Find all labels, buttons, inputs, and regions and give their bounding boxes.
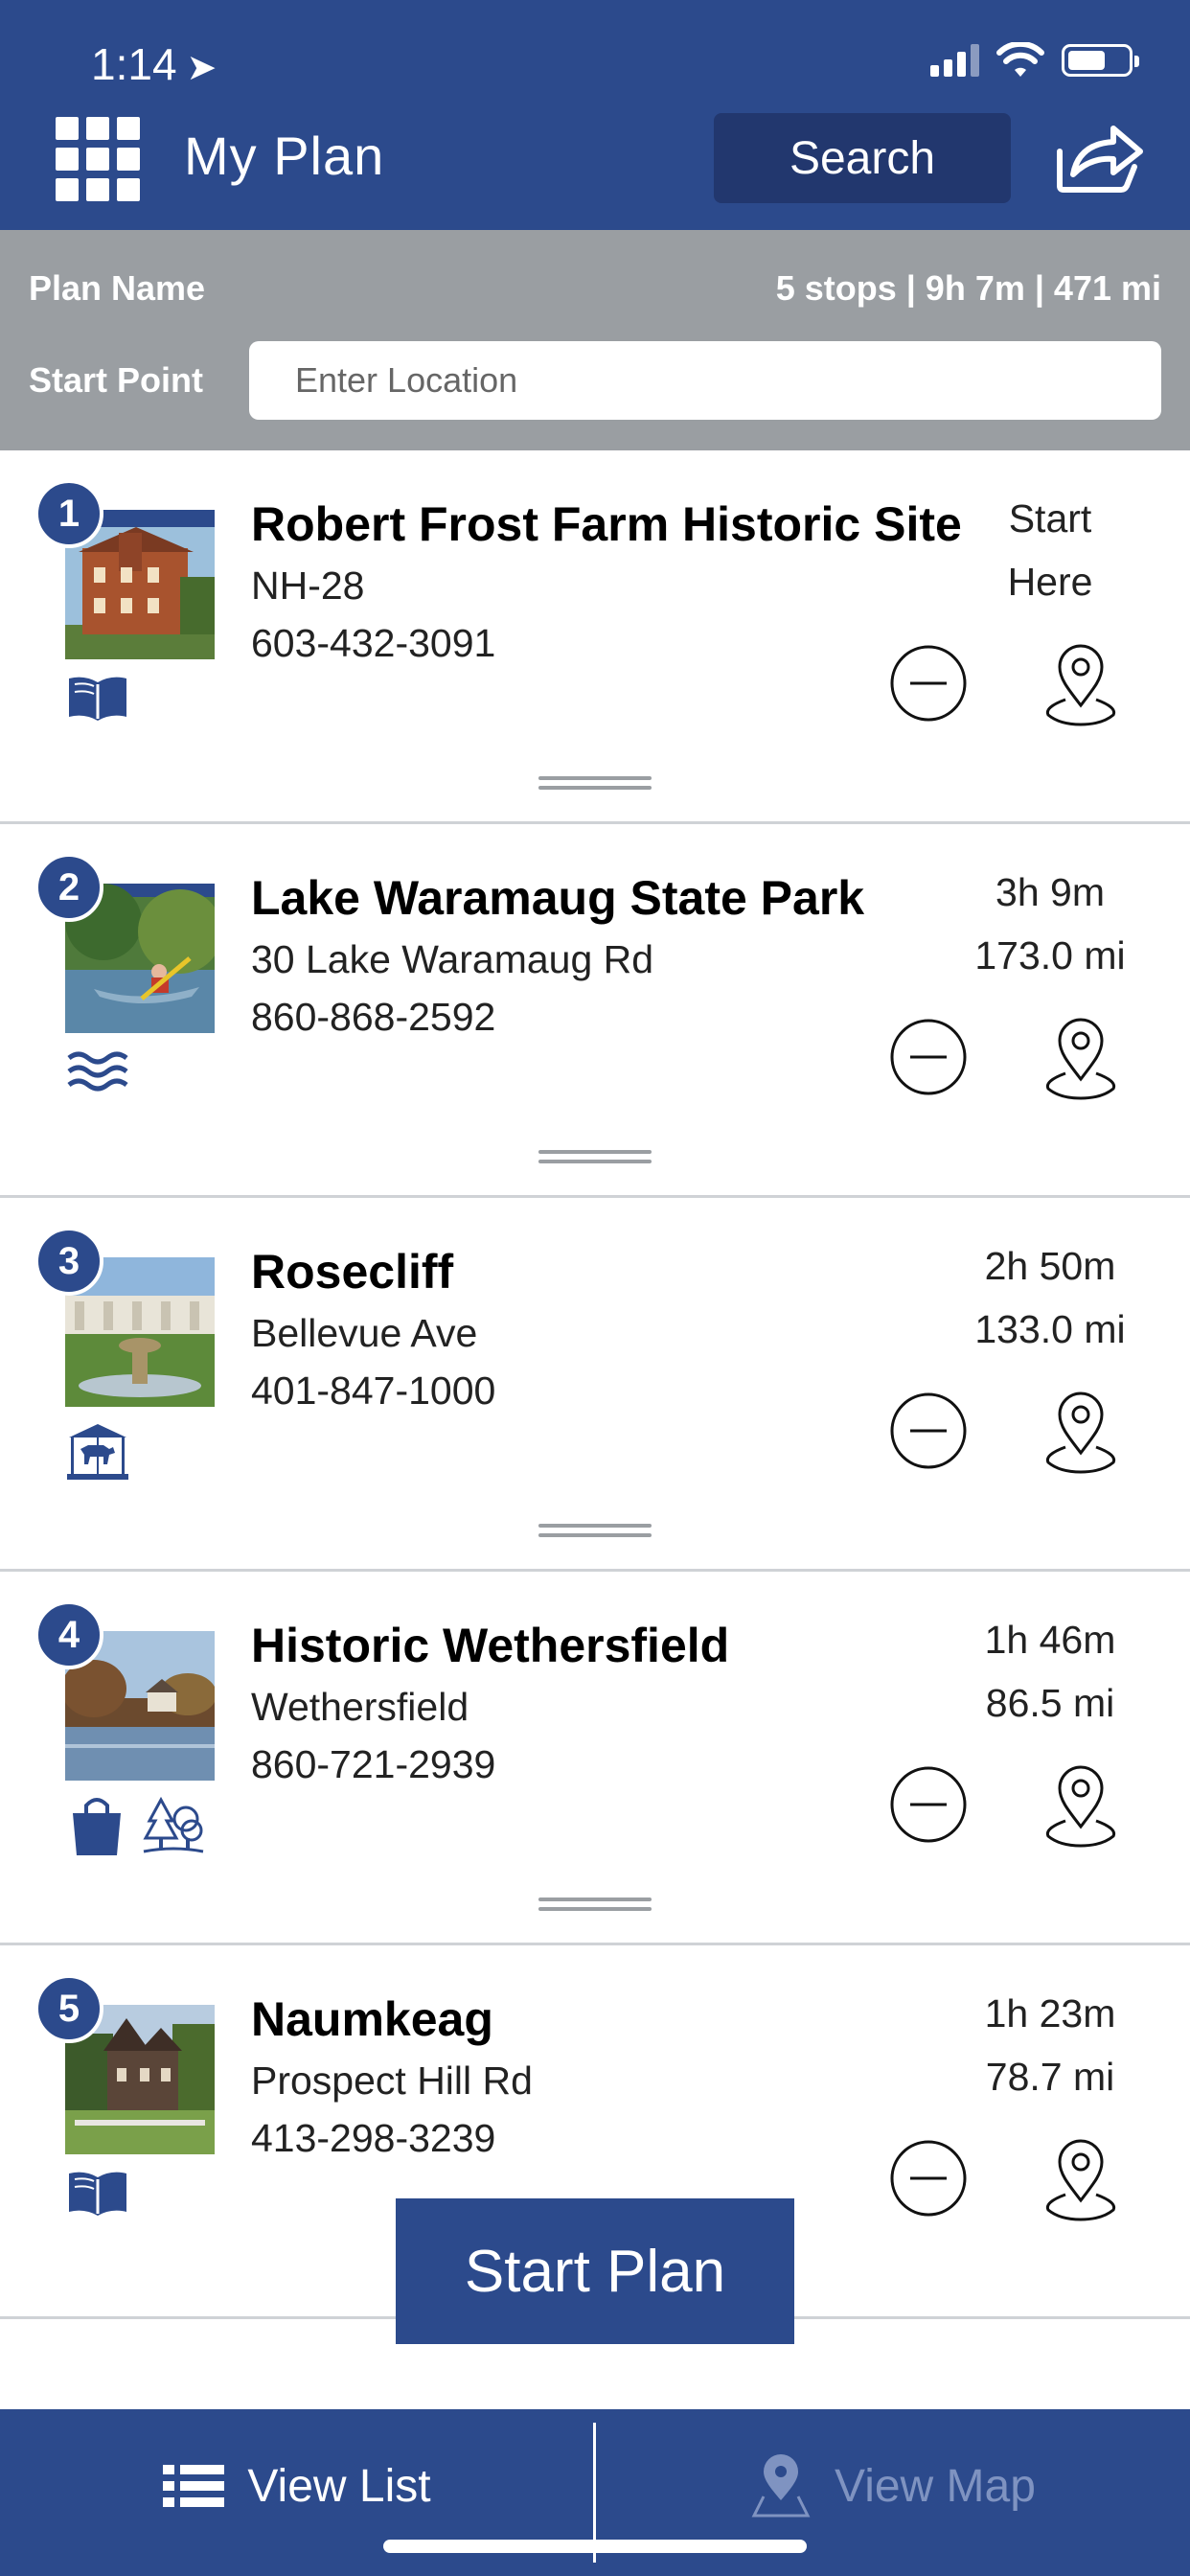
remove-stop-icon[interactable] bbox=[889, 2139, 968, 2218]
map-pin-icon[interactable] bbox=[1041, 1760, 1121, 1848]
stop-number-badge: 1 bbox=[34, 479, 103, 548]
stop-name[interactable]: Naumkeag bbox=[251, 1991, 493, 2047]
plan-summary-bar: Plan Name 5 stops | 9h 7m | 471 mi Start… bbox=[0, 230, 1190, 450]
status-indicators bbox=[930, 42, 1139, 79]
water-icon bbox=[67, 1051, 128, 1092]
battery-icon bbox=[1062, 44, 1139, 77]
stop-travel-time: Start bbox=[1008, 496, 1092, 540]
stop-distance: 173.0 mi bbox=[974, 933, 1126, 978]
stop-travel-time: 1h 23m bbox=[984, 1991, 1116, 2036]
stop-item[interactable]: 1 Robert Frost Farm Historic Site NH-28 … bbox=[0, 450, 1190, 824]
book-icon bbox=[69, 2172, 126, 2216]
category-icons bbox=[65, 2168, 130, 2218]
tab-view-list-label: View List bbox=[247, 2460, 431, 2512]
stop-address: Wethersfield bbox=[251, 1685, 469, 1729]
stop-name[interactable]: Historic Wethersfield bbox=[251, 1618, 729, 1673]
status-time: 1:14 ➤ bbox=[91, 38, 217, 90]
map-pin-icon[interactable] bbox=[1041, 1386, 1121, 1474]
book-icon bbox=[69, 677, 126, 721]
wifi-icon bbox=[996, 42, 1044, 77]
stop-phone[interactable]: 860-721-2939 bbox=[251, 1742, 495, 1787]
home-indicator bbox=[383, 2540, 807, 2553]
category-icons bbox=[65, 673, 130, 723]
stop-address: NH-28 bbox=[251, 564, 365, 608]
map-pin-icon[interactable] bbox=[1041, 1012, 1121, 1100]
shopping-bag-icon bbox=[73, 1798, 121, 1855]
tab-view-map-label: View Map bbox=[835, 2460, 1036, 2512]
remove-stop-icon[interactable] bbox=[889, 1018, 968, 1096]
drag-handle[interactable] bbox=[538, 1150, 652, 1165]
search-button[interactable]: Search bbox=[714, 113, 1011, 203]
start-plan-button[interactable]: Start Plan bbox=[396, 2198, 794, 2344]
stop-distance: 78.7 mi bbox=[985, 2055, 1115, 2099]
stop-distance: Here bbox=[1007, 560, 1093, 604]
stop-item[interactable]: 3 Rosecliff Bellevue Ave 401-847-1000 2h… bbox=[0, 1198, 1190, 1572]
share-icon[interactable] bbox=[1054, 123, 1146, 194]
list-icon bbox=[163, 2465, 225, 2507]
stop-number-badge: 2 bbox=[34, 853, 103, 922]
map-pin-icon[interactable] bbox=[1041, 638, 1121, 726]
stops-list: 1 Robert Frost Farm Historic Site NH-28 … bbox=[0, 450, 1190, 2319]
drag-handle[interactable] bbox=[538, 1898, 652, 1913]
stop-address: 30 Lake Waramaug Rd bbox=[251, 937, 654, 981]
category-icons bbox=[65, 1794, 205, 1857]
status-time-text: 1:14 bbox=[91, 39, 177, 89]
stop-item[interactable]: 2 Lake Waramaug State Park 30 Lake Waram… bbox=[0, 824, 1190, 1198]
stop-number-badge: 5 bbox=[34, 1974, 103, 2043]
stop-address: Prospect Hill Rd bbox=[251, 2058, 533, 2103]
location-arrow-icon: ➤ bbox=[186, 48, 217, 88]
stop-phone[interactable]: 860-868-2592 bbox=[251, 995, 495, 1040]
plan-name-label[interactable]: Plan Name bbox=[29, 268, 205, 309]
stop-name[interactable]: Rosecliff bbox=[251, 1244, 453, 1300]
stop-number-badge: 4 bbox=[34, 1600, 103, 1669]
carousel-icon bbox=[67, 1424, 128, 1480]
stop-travel-time: 2h 50m bbox=[984, 1244, 1116, 1288]
stop-name[interactable]: Robert Frost Farm Historic Site bbox=[251, 496, 962, 552]
stop-travel-time: 3h 9m bbox=[995, 870, 1105, 914]
page-title: My Plan bbox=[184, 126, 385, 186]
cellular-signal-icon bbox=[930, 44, 979, 77]
start-point-label: Start Point bbox=[29, 360, 204, 400]
start-location-input[interactable] bbox=[249, 341, 1161, 420]
stop-distance: 133.0 mi bbox=[974, 1307, 1126, 1351]
remove-stop-icon[interactable] bbox=[889, 1392, 968, 1470]
stop-distance: 86.5 mi bbox=[985, 1681, 1115, 1725]
map-pin-icon[interactable] bbox=[1041, 2133, 1121, 2221]
stop-item[interactable]: 4 Historic Wethersfield Wethersfield 860… bbox=[0, 1572, 1190, 1945]
remove-stop-icon[interactable] bbox=[889, 644, 968, 723]
remove-stop-icon[interactable] bbox=[889, 1765, 968, 1844]
stop-phone[interactable]: 603-432-3091 bbox=[251, 621, 495, 666]
trees-icon bbox=[143, 1796, 204, 1853]
plan-summary-text: 5 stops | 9h 7m | 471 mi bbox=[775, 268, 1161, 308]
stop-phone[interactable]: 413-298-3239 bbox=[251, 2116, 495, 2161]
category-icons bbox=[65, 1046, 130, 1096]
stop-address: Bellevue Ave bbox=[251, 1311, 478, 1355]
stop-travel-time: 1h 46m bbox=[984, 1618, 1116, 1662]
app-header: 1:14 ➤ My Plan Search bbox=[0, 0, 1190, 230]
stop-phone[interactable]: 401-847-1000 bbox=[251, 1368, 495, 1414]
stop-name[interactable]: Lake Waramaug State Park bbox=[251, 870, 864, 926]
apps-grid-icon[interactable] bbox=[56, 117, 140, 201]
drag-handle[interactable] bbox=[538, 1524, 652, 1539]
stop-number-badge: 3 bbox=[34, 1227, 103, 1296]
map-marker-icon bbox=[751, 2454, 811, 2518]
category-icons bbox=[65, 1420, 130, 1482]
drag-handle[interactable] bbox=[538, 776, 652, 792]
